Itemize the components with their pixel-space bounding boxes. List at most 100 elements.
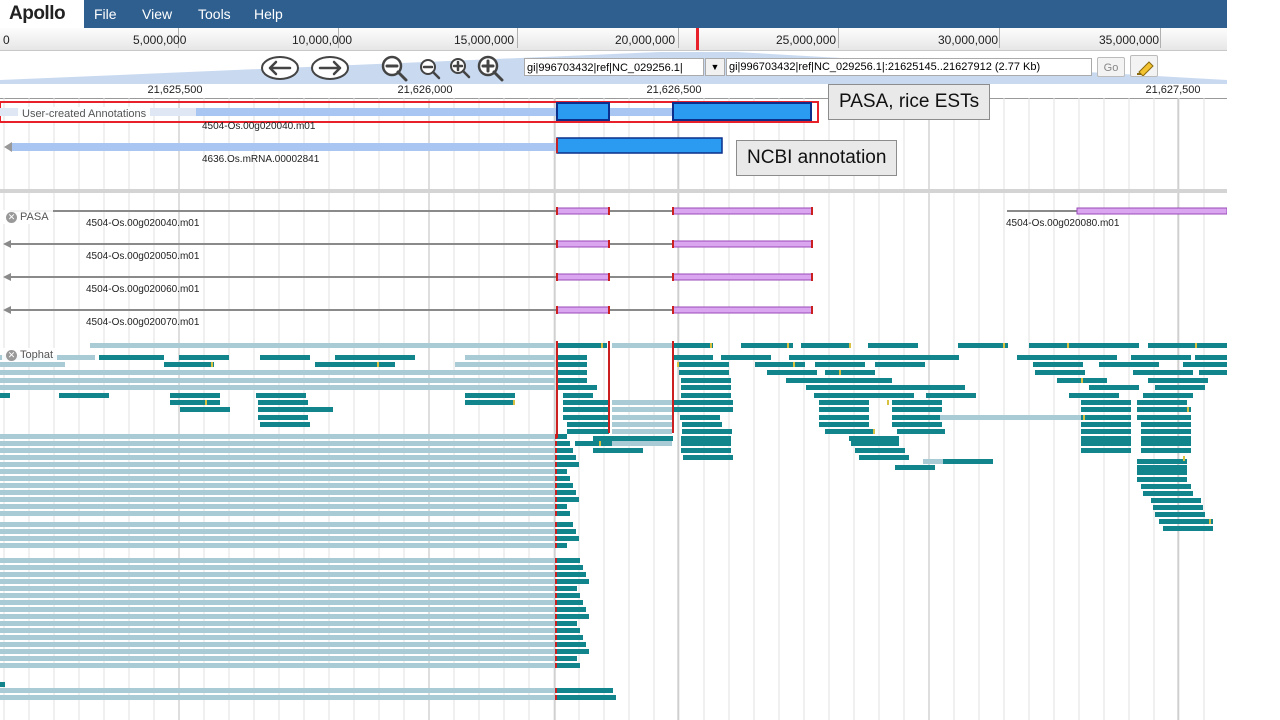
tophat-read bbox=[1089, 385, 1139, 390]
tophat-read bbox=[832, 378, 892, 383]
chevron-down-icon[interactable]: ▼ bbox=[705, 58, 725, 76]
location-input[interactable]: gi|996703432|ref|NC_029256.1|:21625145..… bbox=[726, 58, 1092, 76]
menu-view[interactable]: View bbox=[142, 6, 172, 22]
overview-tick-line bbox=[678, 28, 679, 48]
pasa-feature-label: 4504-Os.00g020080.m01 bbox=[1006, 218, 1120, 229]
tophat-read bbox=[1141, 448, 1191, 453]
tophat-read bbox=[1137, 400, 1187, 405]
tophat-read bbox=[958, 343, 1008, 348]
tracks-area[interactable]: User-created Annotations 4504-Os.00g0200… bbox=[0, 98, 1227, 720]
tophat-read bbox=[557, 628, 580, 633]
tophat-read bbox=[1081, 407, 1131, 412]
pan-right-icon[interactable] bbox=[310, 55, 350, 81]
detail-ruler: 21,625,500 21,626,000 21,626,500 21,627,… bbox=[0, 84, 1227, 99]
tophat-read bbox=[673, 400, 733, 405]
annotation-feature-label: 4636.Os.mRNA.00002841 bbox=[202, 154, 320, 165]
ruler-tick: 21,625,500 bbox=[147, 84, 203, 96]
mismatch-mark bbox=[887, 400, 889, 405]
tophat-read bbox=[892, 422, 942, 427]
tophat-read bbox=[1141, 441, 1191, 446]
track-label-user-annotations[interactable]: User-created Annotations bbox=[18, 107, 151, 121]
tophat-read bbox=[557, 511, 570, 516]
tophat-read bbox=[892, 407, 942, 412]
track-label-pasa[interactable]: ✕ PASA bbox=[2, 210, 53, 224]
tophat-read bbox=[256, 393, 306, 398]
sequence-select[interactable]: gi|996703432|ref|NC_029256.1| bbox=[524, 58, 704, 76]
tophat-read bbox=[825, 429, 875, 434]
tophat-read bbox=[940, 415, 1090, 420]
tophat-read bbox=[258, 415, 308, 420]
tophat-read bbox=[1133, 370, 1193, 375]
track-label-tophat[interactable]: ✕ Tophat bbox=[2, 348, 58, 362]
close-icon[interactable]: ✕ bbox=[6, 350, 17, 361]
strand-arrow-icon bbox=[4, 142, 12, 152]
tophat-read bbox=[1137, 407, 1191, 412]
mismatch-mark bbox=[205, 400, 207, 405]
tophat-read bbox=[755, 362, 805, 367]
tophat-read bbox=[0, 385, 555, 390]
tophat-read bbox=[1183, 362, 1227, 367]
zoom-in-large-icon[interactable] bbox=[474, 55, 504, 83]
tophat-read bbox=[170, 400, 220, 405]
mismatch-mark bbox=[1209, 519, 1211, 524]
tophat-read bbox=[0, 593, 555, 598]
mismatch-mark bbox=[677, 362, 679, 367]
zoom-out-large-icon[interactable] bbox=[380, 55, 410, 83]
menu-help[interactable]: Help bbox=[254, 6, 283, 22]
pasa-exon bbox=[556, 306, 610, 314]
mismatch-mark bbox=[599, 441, 601, 446]
tophat-read bbox=[557, 529, 576, 534]
tophat-read bbox=[899, 385, 965, 390]
pan-left-icon[interactable] bbox=[260, 55, 300, 81]
mismatch-mark bbox=[787, 343, 789, 348]
tophat-read bbox=[0, 621, 555, 626]
tophat-read bbox=[1131, 355, 1191, 360]
overview-tick: 30,000,000 bbox=[938, 33, 999, 47]
tophat-read bbox=[814, 393, 864, 398]
tophat-read bbox=[1029, 343, 1089, 348]
close-icon[interactable]: ✕ bbox=[6, 212, 17, 223]
tophat-read bbox=[557, 663, 580, 668]
tophat-read bbox=[557, 378, 587, 383]
tophat-read bbox=[681, 393, 731, 398]
zoom-in-small-icon[interactable] bbox=[448, 57, 472, 79]
tophat-read bbox=[315, 362, 395, 367]
tophat-read bbox=[335, 355, 415, 360]
tophat-read bbox=[1081, 429, 1131, 434]
overview-location-marker[interactable] bbox=[696, 28, 699, 50]
tophat-read bbox=[0, 455, 555, 460]
overview-tick-line bbox=[999, 28, 1000, 48]
tophat-read bbox=[681, 448, 731, 453]
tophat-read bbox=[1035, 370, 1085, 375]
highlight-icon[interactable] bbox=[1130, 55, 1158, 77]
tophat-read bbox=[681, 436, 731, 441]
tophat-read bbox=[0, 490, 555, 495]
tophat-read bbox=[895, 465, 935, 470]
menu-tools[interactable]: Tools bbox=[198, 6, 231, 22]
tophat-read bbox=[612, 400, 672, 405]
menu-file[interactable]: File bbox=[94, 6, 117, 22]
tophat-read bbox=[1033, 362, 1083, 367]
tophat-read bbox=[681, 385, 731, 390]
ruler-tick: 21,627,500 bbox=[1145, 84, 1201, 96]
tophat-read bbox=[567, 422, 609, 427]
overview-ruler[interactable]: 0 5,000,000 10,000,000 15,000,000 20,000… bbox=[0, 28, 1227, 51]
zoom-out-small-icon[interactable] bbox=[418, 58, 442, 80]
mismatch-mark bbox=[1081, 378, 1083, 383]
tophat-read bbox=[680, 415, 720, 420]
tophat-read bbox=[0, 635, 555, 640]
tophat-read bbox=[839, 355, 899, 360]
overview-tick: 10,000,000 bbox=[292, 33, 353, 47]
go-button[interactable]: Go bbox=[1097, 57, 1125, 77]
tophat-read bbox=[1155, 512, 1205, 517]
tophat-read bbox=[557, 462, 579, 467]
callout-ncbi: NCBI annotation bbox=[736, 140, 898, 176]
tophat-read bbox=[170, 393, 220, 398]
annotation-feature-label: 4504-Os.00g020040.m01 bbox=[202, 121, 316, 132]
tophat-read bbox=[557, 558, 580, 563]
tophat-read bbox=[0, 688, 555, 693]
tophat-read bbox=[557, 635, 583, 640]
tophat-read bbox=[179, 355, 229, 360]
tophat-read bbox=[557, 695, 616, 700]
track-canvas[interactable] bbox=[0, 98, 1227, 720]
